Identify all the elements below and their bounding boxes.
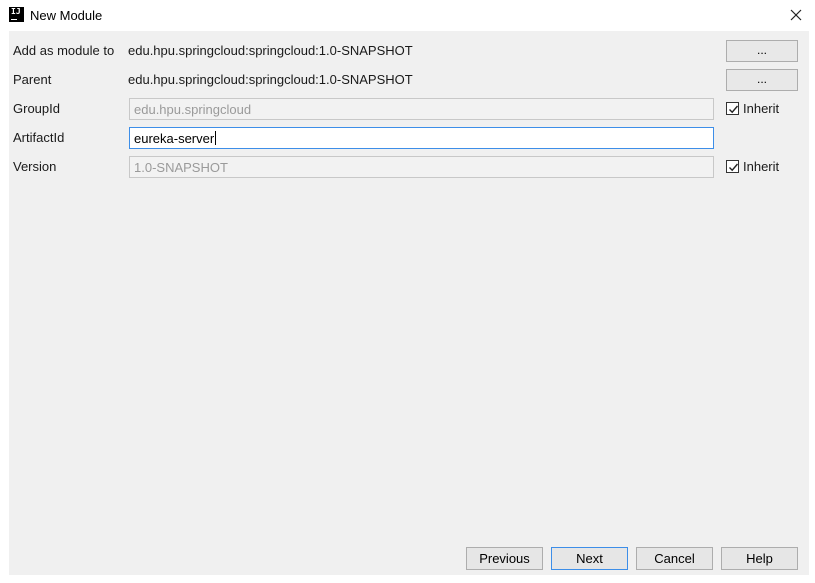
version-label: Version	[13, 159, 57, 174]
title-bar: IJ New Module	[0, 0, 815, 30]
checkmark-icon	[726, 102, 739, 115]
dialog-content: Add as module to edu.hpu.springcloud:spr…	[9, 31, 809, 575]
window-title: New Module	[30, 8, 103, 23]
next-button[interactable]: Next	[551, 547, 628, 570]
artifact-id-value: eureka-server	[134, 131, 215, 146]
version-field[interactable]: 1.0-SNAPSHOT	[129, 156, 714, 178]
new-module-dialog: IJ New Module Add as module to edu.hpu.s…	[0, 0, 815, 583]
parent-browse-button[interactable]: ...	[726, 69, 798, 91]
close-icon[interactable]	[786, 6, 806, 24]
help-button[interactable]: Help	[721, 547, 798, 570]
add-as-module-label: Add as module to	[13, 43, 115, 58]
intellij-idea-icon: IJ	[9, 7, 24, 22]
artifact-id-label: ArtifactId	[13, 130, 65, 145]
add-as-module-browse-button[interactable]: ...	[726, 40, 798, 62]
text-caret	[215, 131, 217, 145]
previous-button[interactable]: Previous	[466, 547, 543, 570]
parent-label: Parent	[13, 72, 52, 87]
artifact-id-field[interactable]: eureka-server	[129, 127, 714, 149]
checkmark-icon	[726, 160, 739, 173]
cancel-button[interactable]: Cancel	[636, 547, 713, 570]
group-id-inherit-label: Inherit	[743, 101, 780, 116]
group-id-label: GroupId	[13, 101, 60, 116]
parent-value: edu.hpu.springcloud:springcloud:1.0-SNAP…	[128, 72, 413, 87]
add-as-module-value: edu.hpu.springcloud:springcloud:1.0-SNAP…	[128, 43, 413, 58]
version-inherit-label: Inherit	[743, 159, 780, 174]
group-id-field[interactable]: edu.hpu.springcloud	[129, 98, 714, 120]
